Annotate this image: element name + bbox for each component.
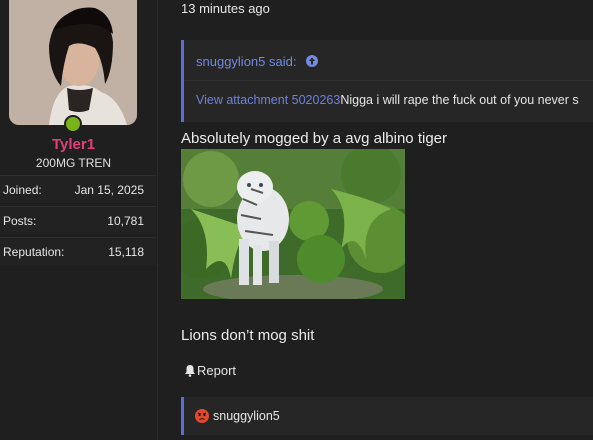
attachment-link[interactable]: View attachment 5020263 — [196, 93, 340, 107]
stat-reputation: Reputation: 15,118 — [0, 237, 156, 265]
user-sidebar: Tyler1 200MG TREN Joined: Jan 15, 2025 P… — [0, 0, 157, 440]
quote-author[interactable]: snuggylion5 said: — [196, 54, 296, 69]
stat-joined: Joined: Jan 15, 2025 — [0, 175, 156, 203]
report-button[interactable]: Report — [184, 363, 236, 378]
stat-label: Posts: — [3, 214, 37, 228]
arrow-up-circle-icon[interactable] — [306, 55, 319, 67]
post-text-line: Absolutely mogged by a avg albino tiger — [181, 130, 448, 147]
quote-separator — [184, 80, 593, 81]
column-divider — [157, 0, 158, 440]
quote-header[interactable]: snuggylion5 said: — [196, 54, 319, 69]
quote-body: View attachment 5020263Nigga i will rape… — [196, 93, 579, 107]
online-status-dot — [64, 115, 82, 133]
stat-label: Reputation: — [3, 245, 65, 259]
avatar[interactable] — [9, 0, 137, 125]
user-title: 200MG TREN — [35, 156, 112, 170]
stat-posts: Posts: 10,781 — [0, 206, 156, 234]
stat-value: Jan 15, 2025 — [74, 183, 144, 197]
bell-icon — [185, 365, 195, 377]
reaction-user[interactable]: snuggylion5 — [213, 409, 280, 423]
reaction-bar: snuggylion5 — [181, 397, 593, 435]
stat-value: 15,118 — [108, 245, 144, 259]
post-text-line: Lions don’t mog shit — [181, 327, 315, 344]
report-label: Report — [197, 363, 237, 378]
stat-label: Joined: — [3, 183, 42, 197]
angry-face-icon — [195, 409, 209, 423]
post-timestamp[interactable]: 13 minutes ago — [181, 1, 270, 16]
tiger-image[interactable] — [181, 149, 405, 299]
reaction-summary[interactable]: snuggylion5 — [195, 409, 280, 423]
quote-block: snuggylion5 said: View attachment 502026… — [181, 40, 593, 122]
quote-text: Nigga i will rape the fuck out of you ne… — [340, 93, 579, 107]
username[interactable]: Tyler1 — [0, 136, 147, 153]
stat-value: 10,781 — [107, 214, 144, 228]
